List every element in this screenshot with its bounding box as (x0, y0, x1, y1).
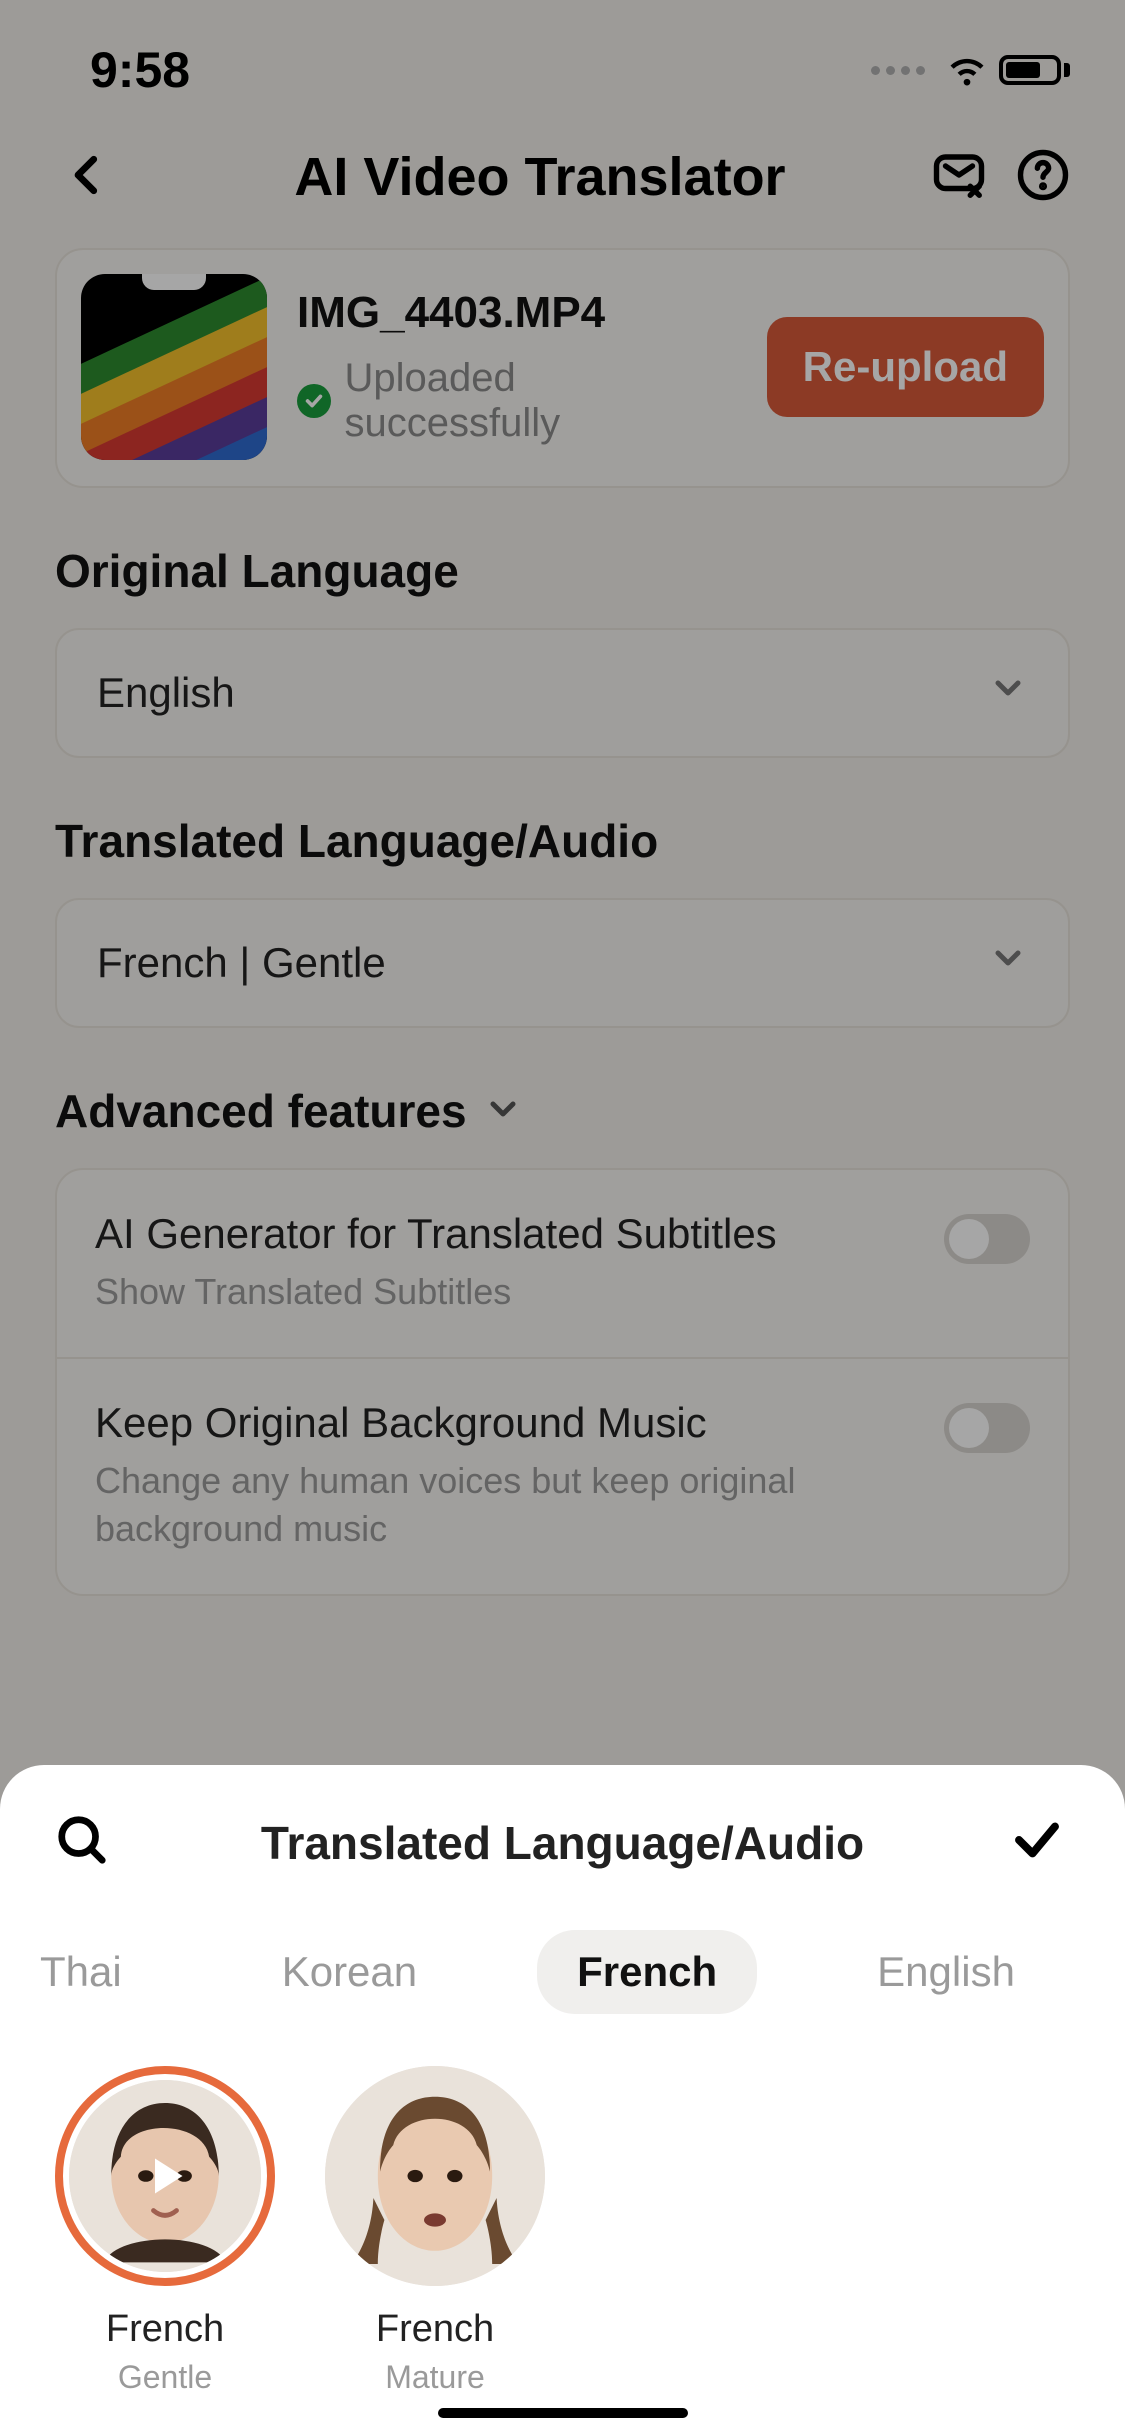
language-sheet: Translated Language/Audio Thai Korean Fr… (0, 1765, 1125, 2436)
sheet-title: Translated Language/Audio (115, 1816, 1010, 1870)
voice-lang: French (376, 2308, 494, 2351)
voice-lang: French (106, 2308, 224, 2351)
confirm-button[interactable] (1010, 1813, 1070, 1872)
tab-english[interactable]: English (837, 1930, 1055, 2014)
language-tabs[interactable]: Thai Korean French English Gerr (0, 1898, 1125, 2046)
play-icon (55, 2066, 275, 2286)
search-button[interactable] (55, 1813, 115, 1872)
tab-french[interactable]: French (537, 1930, 757, 2014)
avatar (325, 2066, 545, 2286)
tab-thai[interactable]: Thai (0, 1930, 162, 2014)
voice-list: French Gentle (0, 2046, 1125, 2396)
voice-option-mature[interactable]: French Mature (325, 2066, 545, 2396)
voice-style: Mature (385, 2359, 485, 2396)
voice-option-gentle[interactable]: French Gentle (55, 2066, 275, 2396)
voice-style: Gentle (118, 2359, 212, 2396)
tab-korean[interactable]: Korean (242, 1930, 457, 2014)
home-indicator[interactable] (438, 2408, 688, 2418)
